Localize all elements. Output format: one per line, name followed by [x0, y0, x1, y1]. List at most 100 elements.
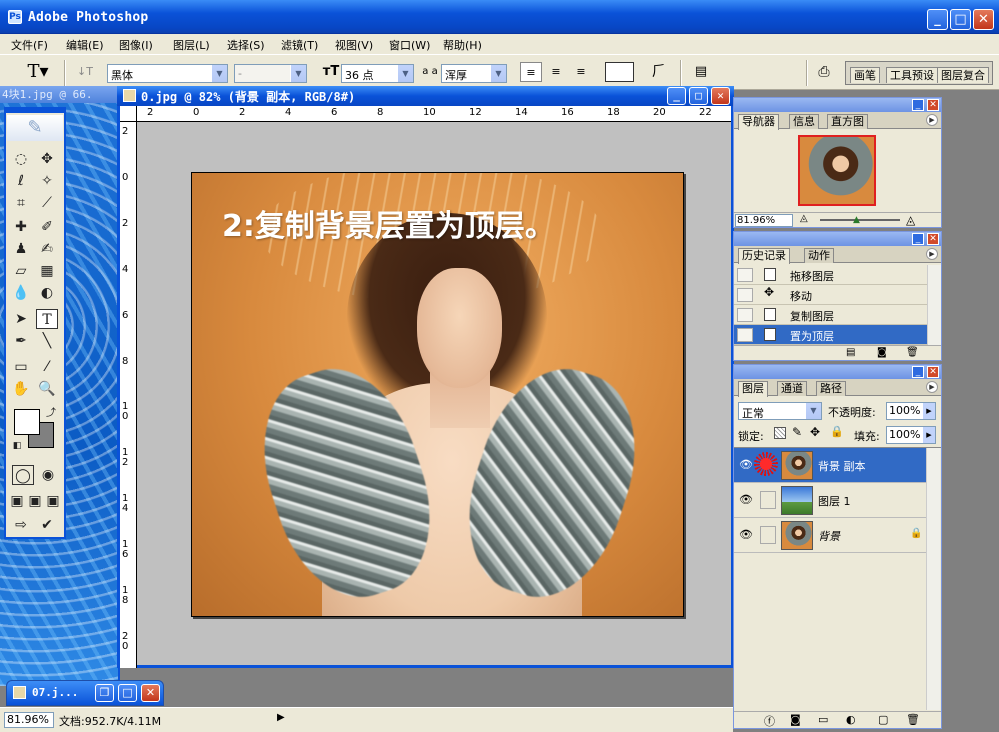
layer-name[interactable]: 背景	[818, 528, 840, 544]
palettes-toggle-icon[interactable]: ▤	[690, 62, 712, 82]
layer-link-toggle[interactable]	[760, 491, 776, 509]
full-screen-mode-icon[interactable]: ▣	[44, 491, 62, 511]
type-tool-icon[interactable]: T	[36, 309, 58, 329]
panel-menu-icon[interactable]: ▶	[926, 381, 938, 393]
horizontal-ruler[interactable]: 2 0 2 4 6 8 10 12 14 16 18 20 22	[137, 106, 731, 122]
font-family-select[interactable]: 黑体 ▼	[107, 64, 228, 83]
history-item[interactable]: 复制图层	[734, 305, 927, 325]
lock-transparency-icon[interactable]	[774, 427, 786, 439]
align-left-icon[interactable]: ≡	[520, 62, 542, 82]
history-item[interactable]: ✥ 移动	[734, 285, 927, 305]
history-brush-source-checkbox[interactable]	[737, 328, 753, 342]
menu-select[interactable]: 选择(S)	[227, 37, 265, 53]
blend-mode-select[interactable]: 正常 ▼	[738, 402, 822, 420]
clone-stamp-tool-icon[interactable]: ♟	[10, 239, 32, 259]
maximize-button[interactable]: □	[118, 684, 137, 702]
standard-mode-icon[interactable]: ◯	[12, 465, 34, 485]
lock-pixels-icon[interactable]: ✎	[792, 425, 802, 439]
image-canvas[interactable]: 2:复制背景层置为顶层。	[191, 172, 684, 617]
delete-icon[interactable]: 🗑	[906, 347, 919, 358]
align-center-icon[interactable]: ≡	[545, 62, 567, 82]
line-tool-icon[interactable]: ╲	[36, 331, 58, 351]
path-selection-tool-icon[interactable]: ➤	[10, 309, 32, 329]
history-scrollbar[interactable]	[927, 265, 941, 345]
panel-close-button[interactable]: ✕	[927, 99, 939, 111]
opacity-input[interactable]: 100% ▶	[886, 402, 936, 420]
zoom-in-icon[interactable]: ◬	[906, 213, 915, 227]
history-item-selected[interactable]: 置为顶层	[734, 325, 927, 345]
font-size-select[interactable]: 36 点 ▼	[341, 64, 414, 83]
history-brush-tool-icon[interactable]: ✍	[36, 239, 58, 259]
menu-image[interactable]: 图像(I)	[119, 37, 153, 53]
restore-button[interactable]: ❐	[95, 684, 114, 702]
palette-tab-tool-presets[interactable]: 工具预设	[886, 67, 938, 83]
fill-input[interactable]: 100% ▶	[886, 426, 936, 444]
pen-tool-icon[interactable]: ✒	[10, 331, 32, 351]
eye-visibility-icon[interactable]: 👁	[739, 493, 753, 506]
tab-paths[interactable]: 路径	[816, 381, 846, 396]
warp-text-icon[interactable]: ⺁	[648, 62, 670, 82]
status-zoom-value[interactable]: 81.96%	[4, 712, 54, 728]
move-tool-icon[interactable]: ✥	[36, 149, 58, 169]
tab-navigator[interactable]: 导航器	[738, 114, 779, 130]
panel-minimize-button[interactable]: _	[912, 99, 924, 111]
zoom-tool-icon[interactable]: 🔍	[36, 379, 58, 399]
document-window[interactable]: 0.jpg @ 82% (背景 副本, RGB/8#) _ □ ✕ 2 0 2 …	[117, 86, 734, 668]
healing-brush-tool-icon[interactable]: ✚	[10, 217, 32, 237]
status-menu-arrow-icon[interactable]: ▶	[277, 712, 285, 723]
menu-window[interactable]: 窗口(W)	[389, 37, 430, 53]
layer-link-toggle[interactable]	[760, 526, 776, 544]
eye-visibility-icon[interactable]: 👁	[739, 528, 753, 541]
document-close-button[interactable]: ✕	[711, 87, 730, 105]
menu-file[interactable]: 文件(F)	[11, 37, 48, 53]
eyedropper-tool-icon[interactable]: ⁄	[36, 357, 58, 377]
standard-screen-mode-icon[interactable]: ▣	[8, 491, 26, 511]
full-screen-menu-mode-icon[interactable]: ▣	[26, 491, 44, 511]
brush-tool-icon[interactable]: ✐	[36, 217, 58, 237]
navigator-thumbnail[interactable]	[798, 135, 876, 206]
text-tool-preset-icon[interactable]: T▾	[24, 62, 52, 82]
adjustment-layer-icon[interactable]: ◐	[846, 713, 856, 726]
blur-tool-icon[interactable]: 💧	[10, 283, 32, 303]
layer-row-background[interactable]: 👁 背景 🔒	[734, 518, 926, 553]
slice-tool-icon[interactable]: ⟋	[36, 193, 58, 213]
history-brush-source-checkbox[interactable]	[737, 288, 753, 302]
tab-channels[interactable]: 通道	[777, 381, 807, 396]
opacity-slider-arrow-icon[interactable]: ▶	[923, 403, 935, 419]
notes-tool-icon[interactable]: ▭	[10, 357, 32, 377]
layer-name[interactable]: 背景 副本	[818, 458, 866, 474]
maximize-window-button[interactable]: □	[950, 9, 971, 30]
edit-in-imageready-icon[interactable]: ✔	[36, 515, 58, 535]
align-right-icon[interactable]: ≡	[570, 62, 592, 82]
swap-colors-icon[interactable]: ⤴	[44, 407, 58, 421]
navigator-zoom-value[interactable]: 81.96%	[735, 214, 793, 227]
tab-info[interactable]: 信息	[789, 114, 819, 129]
lock-position-icon[interactable]: ✥	[810, 425, 820, 439]
tab-histogram[interactable]: 直方图	[827, 114, 868, 129]
layer-row-layer-1[interactable]: 👁 图层 1	[734, 483, 926, 518]
close-window-button[interactable]: ✕	[973, 9, 994, 30]
file-browser-icon[interactable]: ⎙	[813, 62, 835, 82]
delete-layer-icon[interactable]: 🗑	[906, 713, 920, 726]
zoom-slider-thumb[interactable]: ▲	[853, 215, 860, 225]
document-title-bar[interactable]: 0.jpg @ 82% (背景 副本, RGB/8#) _ □ ✕	[117, 86, 734, 106]
palette-tab-layer-comps[interactable]: 图层复合	[937, 67, 989, 83]
tab-history[interactable]: 历史记录	[738, 248, 790, 264]
dodge-tool-icon[interactable]: ◐	[36, 283, 58, 303]
lasso-tool-icon[interactable]: ℓ	[10, 171, 32, 191]
menu-filter[interactable]: 滤镜(T)	[281, 37, 318, 53]
new-snapshot-icon[interactable]: ◙	[877, 347, 887, 358]
ruler-origin[interactable]	[120, 106, 137, 122]
history-item[interactable]: 拖移图层	[734, 265, 927, 285]
tab-actions[interactable]: 动作	[804, 248, 834, 263]
eye-visibility-icon[interactable]: 👁	[739, 458, 753, 471]
document-minimize-button[interactable]: _	[667, 87, 686, 105]
vertical-ruler[interactable]: 2 0 2 4 6 8 1 0 1 2 1 4 1 6 1 8 2 0	[120, 122, 137, 668]
panel-menu-icon[interactable]: ▶	[926, 114, 938, 126]
menu-layer[interactable]: 图层(L)	[173, 37, 210, 53]
palette-tab-brushes[interactable]: 画笔	[850, 67, 880, 83]
add-mask-icon[interactable]: ◙	[790, 713, 801, 726]
panel-minimize-button[interactable]: _	[912, 233, 924, 245]
minimize-window-button[interactable]: _	[927, 9, 948, 30]
panel-title-bar[interactable]: _ ✕	[734, 232, 941, 246]
